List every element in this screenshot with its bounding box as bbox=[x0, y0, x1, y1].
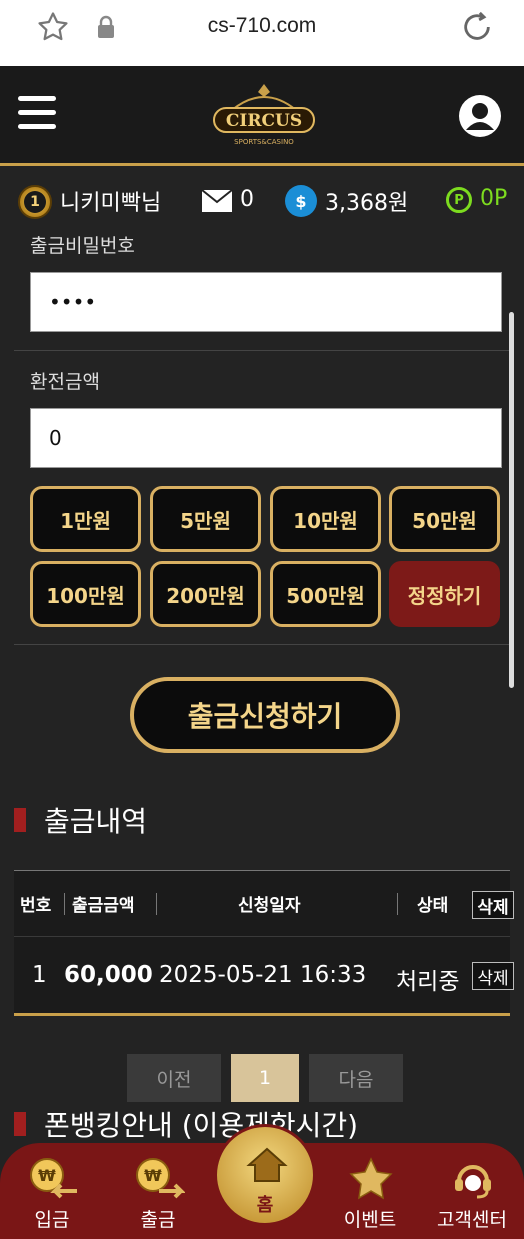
site-header: CIRCUS SPORTS&CASINO bbox=[0, 66, 524, 166]
headset-icon bbox=[455, 1165, 491, 1199]
amount-button-100000[interactable]: 10만원 bbox=[270, 486, 381, 552]
scrollbar[interactable] bbox=[509, 312, 514, 688]
amount-button-50000[interactable]: 5만원 bbox=[150, 486, 261, 552]
user-info-bar: 1 니키미빡님 0 $ 3,368원 P 0P bbox=[0, 169, 524, 231]
withdraw-history-table: 번호 출금금액 신청일자 상태 삭제 1 60,000 2025-05-21 1… bbox=[14, 870, 514, 1016]
amount-button-10000[interactable]: 1만원 bbox=[30, 486, 141, 552]
event-star-icon bbox=[349, 1157, 393, 1200]
money-balance: 3,368원 bbox=[325, 191, 409, 216]
pagination-current[interactable]: 1 bbox=[231, 1054, 299, 1102]
url-bar[interactable]: cs-710.com bbox=[0, 14, 524, 38]
point-icon: P bbox=[446, 187, 472, 213]
amount-button-5000000[interactable]: 500만원 bbox=[270, 561, 381, 627]
logo-text: CIRCUS bbox=[226, 111, 302, 131]
message-count[interactable]: 0 bbox=[240, 187, 254, 212]
amount-label: 환전금액 bbox=[30, 371, 100, 393]
amount-button-2000000[interactable]: 200만원 bbox=[150, 561, 261, 627]
nav-deposit[interactable]: ₩ 입금 bbox=[0, 1143, 104, 1239]
history-title-text: 출금내역 bbox=[44, 805, 148, 838]
logo-subtext: SPORTS&CASINO bbox=[234, 138, 294, 146]
divider bbox=[14, 350, 510, 351]
reset-button[interactable]: 정정하기 bbox=[389, 561, 500, 627]
delete-all-button[interactable]: 삭제 bbox=[472, 891, 514, 919]
nickname: 니키미빡님 bbox=[60, 191, 162, 216]
table-header: 번호 출금금액 신청일자 상태 삭제 bbox=[14, 871, 514, 937]
withdraw-icon: ₩ bbox=[136, 1158, 185, 1199]
browser-bar: cs-710.com bbox=[0, 0, 524, 66]
nav-support[interactable]: 고객센터 bbox=[420, 1143, 524, 1239]
row-status: 처리중 bbox=[396, 969, 460, 995]
menu-icon[interactable] bbox=[18, 96, 56, 132]
delete-row-button[interactable]: 삭제 bbox=[472, 962, 514, 990]
svg-text:₩: ₩ bbox=[144, 1166, 162, 1185]
pagination-next[interactable]: 다음 bbox=[309, 1054, 403, 1102]
amount-button-500000[interactable]: 50만원 bbox=[389, 486, 500, 552]
table-row: 1 60,000 2025-05-21 16:33 처리중 삭제 bbox=[14, 938, 514, 1014]
row-date: 2025-05-21 16:33 bbox=[159, 962, 367, 988]
svg-text:₩: ₩ bbox=[38, 1166, 56, 1185]
mail-icon[interactable] bbox=[201, 189, 233, 213]
phone-banking-title-text: 폰뱅킹안내 (이용제한시간) bbox=[44, 1109, 359, 1142]
title-marker bbox=[14, 1112, 26, 1136]
user-profile-icon[interactable] bbox=[458, 94, 502, 138]
row-no: 1 bbox=[32, 962, 47, 988]
withdraw-submit-button[interactable]: 출금신청하기 bbox=[130, 677, 400, 753]
row-amount: 60,000 bbox=[64, 962, 153, 988]
phone-banking-title: 폰뱅킹안내 (이용제한시간) bbox=[14, 1104, 358, 1144]
deposit-icon: ₩ bbox=[30, 1158, 77, 1199]
nav-withdraw[interactable]: ₩ 출금 bbox=[106, 1143, 210, 1239]
col-status: 상태 bbox=[417, 896, 449, 916]
point-balance: 0P bbox=[480, 186, 508, 211]
col-amount: 출금금액 bbox=[72, 896, 135, 916]
nav-event[interactable]: 이벤트 bbox=[318, 1143, 422, 1239]
amount-button-1000000[interactable]: 100만원 bbox=[30, 561, 141, 627]
password-label: 출금비밀번호 bbox=[30, 235, 135, 257]
withdraw-password-input[interactable]: •••• bbox=[30, 272, 502, 332]
pagination-prev[interactable]: 이전 bbox=[127, 1054, 221, 1102]
circus-logo[interactable]: CIRCUS SPORTS&CASINO bbox=[208, 80, 320, 152]
reload-icon[interactable] bbox=[460, 10, 494, 44]
divider bbox=[14, 644, 510, 645]
amount-input[interactable]: 0 bbox=[30, 408, 502, 468]
col-no: 번호 bbox=[20, 896, 52, 916]
level-badge-icon: 1 bbox=[18, 185, 52, 219]
nav-home-button[interactable]: 홈 bbox=[214, 1124, 316, 1226]
history-title: 출금내역 bbox=[14, 800, 147, 840]
title-marker bbox=[14, 808, 26, 832]
home-icon bbox=[246, 1147, 288, 1182]
money-bag-icon: $ bbox=[285, 185, 317, 217]
col-date: 신청일자 bbox=[238, 896, 301, 916]
